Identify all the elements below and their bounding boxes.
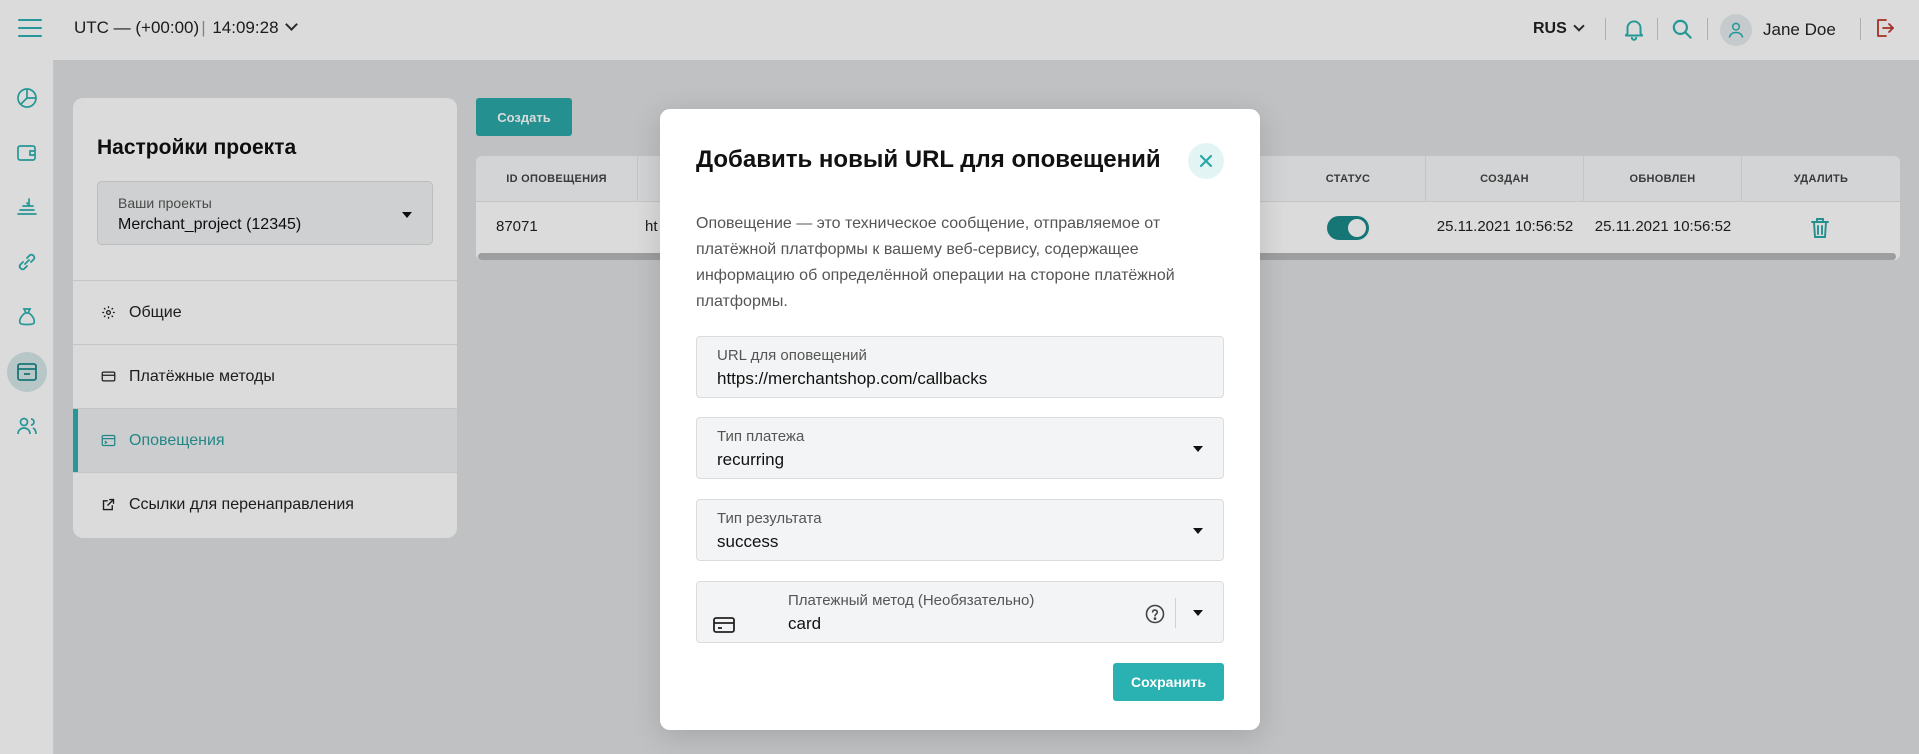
- payment-type-label: Тип платежа: [717, 428, 805, 445]
- save-button[interactable]: Сохранить: [1113, 663, 1224, 701]
- payment-method-select[interactable]: Платежный метод (Необязательно) card: [696, 581, 1224, 643]
- dialog-description: Оповещение — это техническое сообщение, …: [696, 215, 1175, 310]
- close-icon: [1199, 154, 1213, 168]
- payment-method-value: card: [788, 614, 822, 633]
- result-type-label: Тип результата: [717, 510, 822, 527]
- add-notification-url-dialog: Добавить новый URL для оповещений Оповещ…: [660, 109, 1260, 730]
- payment-method-label: Платежный метод (Необязательно): [788, 592, 1035, 609]
- caret-down-icon: [1193, 610, 1203, 616]
- close-button[interactable]: [1188, 143, 1224, 179]
- payment-type-select[interactable]: Тип платежа recurring: [696, 417, 1224, 479]
- result-type-value: success: [717, 532, 779, 551]
- url-field-label: URL для оповещений: [717, 347, 867, 364]
- divider: [1175, 598, 1176, 628]
- dialog-title: Добавить новый URL для оповещений: [696, 146, 1161, 173]
- credit-card-icon: [713, 616, 735, 639]
- caret-down-icon: [1193, 528, 1203, 534]
- url-field[interactable]: URL для оповещений https://merchantshop.…: [696, 336, 1224, 398]
- payment-type-value: recurring: [717, 450, 785, 469]
- help-icon[interactable]: [1145, 604, 1165, 629]
- caret-down-icon: [1193, 446, 1203, 452]
- url-field-value: https://merchantshop.com/callbacks: [717, 369, 988, 388]
- result-type-select[interactable]: Тип результата success: [696, 499, 1224, 561]
